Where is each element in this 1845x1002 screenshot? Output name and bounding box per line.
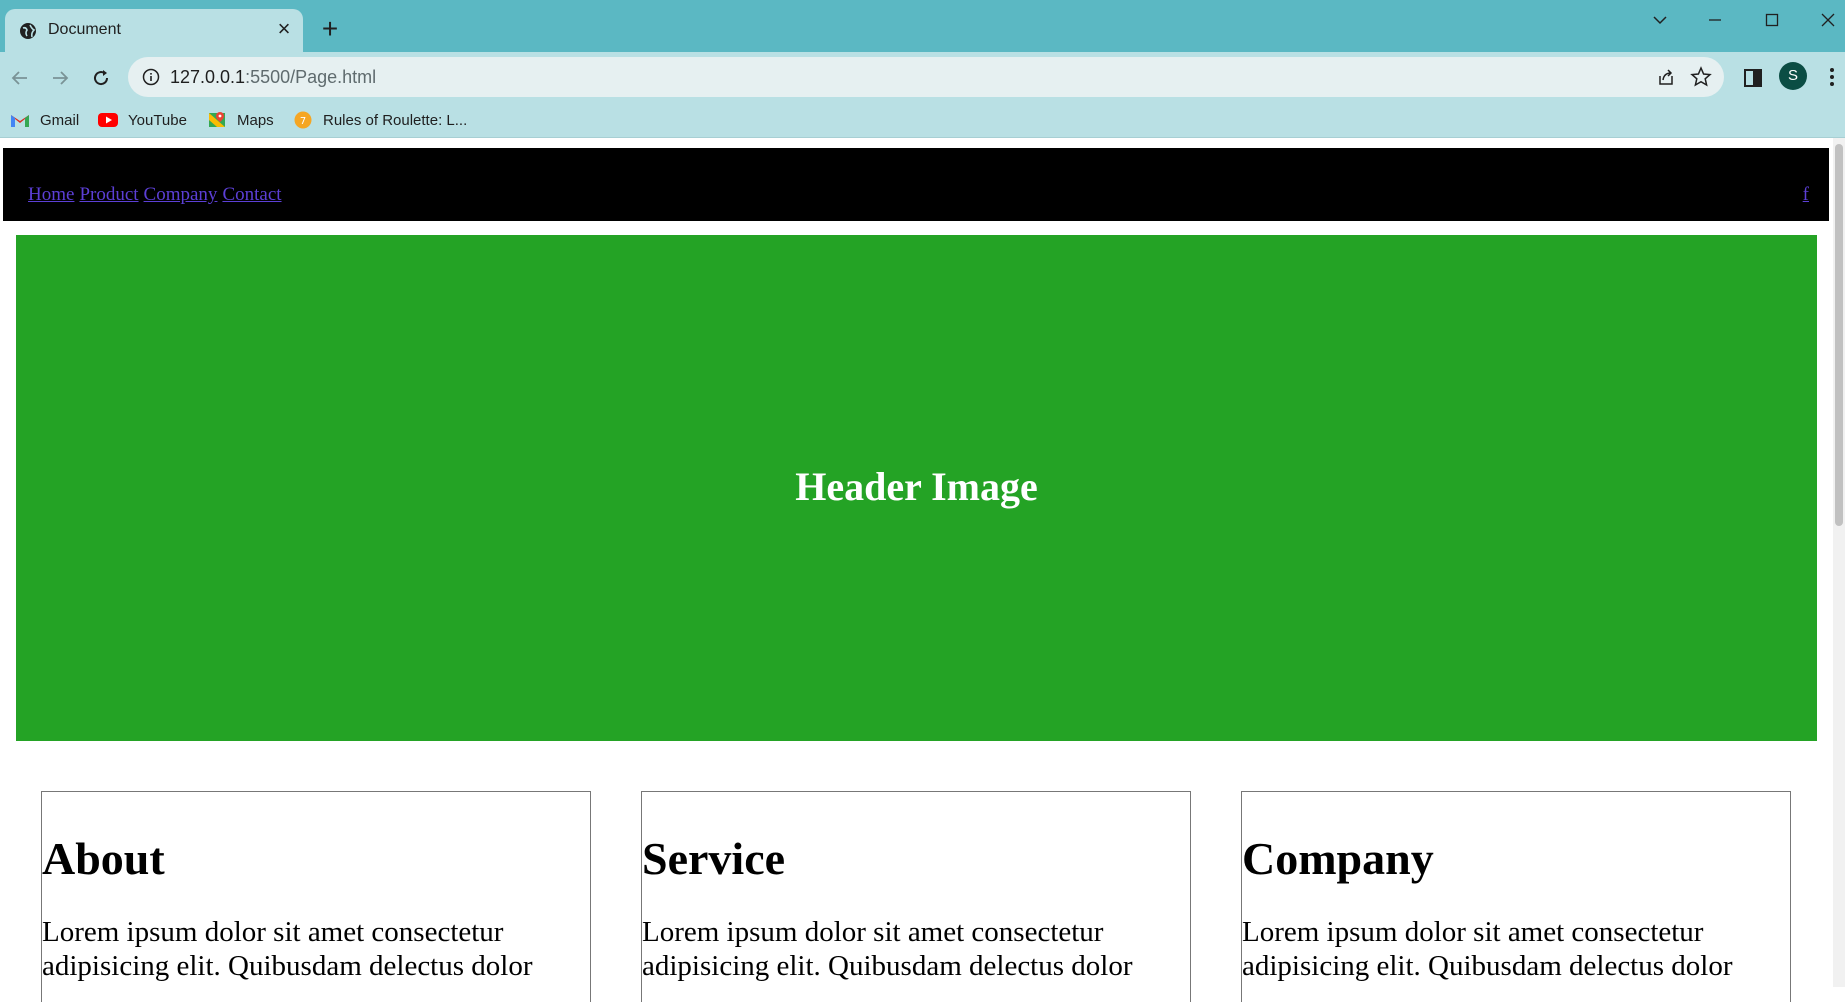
facebook-link[interactable]: f <box>1803 184 1809 206</box>
card-body: Lorem ipsum dolor sit amet consectetur a… <box>642 916 1133 982</box>
card-about: About Lorem ipsum dolor sit amet consect… <box>41 791 591 1002</box>
new-tab-button[interactable]: + <box>316 15 344 44</box>
share-icon[interactable] <box>1656 67 1676 87</box>
site-navbar: Home Product Company Contact f <box>3 148 1829 221</box>
info-icon[interactable] <box>142 68 160 86</box>
card-service: Service Lorem ipsum dolor sit amet conse… <box>641 791 1191 1002</box>
page-scrollbar[interactable] <box>1833 138 1845 987</box>
browser-tab[interactable]: Document × <box>5 9 303 52</box>
back-button[interactable] <box>4 62 36 94</box>
maximize-icon <box>1765 13 1779 27</box>
close-window-button[interactable] <box>1808 6 1845 34</box>
tab-search-button[interactable] <box>1640 6 1680 34</box>
bookmark-star-icon[interactable] <box>1690 66 1712 88</box>
back-arrow-icon <box>11 71 27 85</box>
menu-dots-icon[interactable] <box>1822 64 1842 90</box>
url-path: :5500/Page.html <box>245 67 377 87</box>
chevron-down-icon <box>1653 16 1667 25</box>
close-tab-icon[interactable]: × <box>271 16 297 42</box>
card-title: Service <box>642 833 786 884</box>
profile-avatar[interactable]: S <box>1779 62 1807 90</box>
globe-icon <box>20 23 36 39</box>
forward-arrow-icon <box>53 71 69 85</box>
card-title: Company <box>1242 833 1434 884</box>
bookmark-label: Maps <box>237 111 274 129</box>
url-text: 127.0.0.1:5500/Page.html <box>170 67 376 88</box>
hero-title: Header Image <box>795 463 1038 509</box>
minimize-icon <box>1709 19 1721 21</box>
browser-titlebar: Document × + <box>0 0 1845 52</box>
card-body: Lorem ipsum dolor sit amet consectetur a… <box>42 916 533 982</box>
card-company: Company Lorem ipsum dolor sit amet conse… <box>1241 791 1791 1002</box>
nav-link-product[interactable]: Product <box>79 184 138 205</box>
nav-links: Home Product Company Contact <box>28 184 287 206</box>
nav-link-home[interactable]: Home <box>28 184 74 205</box>
maps-icon <box>209 112 225 127</box>
close-icon <box>1821 13 1835 27</box>
forward-button[interactable] <box>44 62 76 94</box>
bookmark-label: Rules of Roulette: L... <box>323 111 468 129</box>
reload-icon <box>94 70 109 86</box>
bookmarks-bar: Gmail YouTube Maps 7 Rules of Roulette: … <box>0 102 1845 138</box>
maximize-button[interactable] <box>1752 6 1792 34</box>
header-image-banner: Header Image <box>16 235 1817 741</box>
reload-button[interactable] <box>85 62 117 94</box>
scrollbar-thumb[interactable] <box>1835 144 1843 526</box>
bookmark-gmail[interactable]: Gmail <box>10 102 79 138</box>
bookmark-maps[interactable]: Maps <box>207 102 274 138</box>
card-body: Lorem ipsum dolor sit amet consectetur a… <box>1242 916 1733 982</box>
minimize-button[interactable] <box>1695 6 1735 34</box>
page-viewport: Home Product Company Contact f Header Image… <box>0 138 1845 1002</box>
svg-text:7: 7 <box>300 116 306 127</box>
card-title: About <box>42 833 165 884</box>
nav-link-contact[interactable]: Contact <box>222 184 281 205</box>
bookmark-youtube[interactable]: YouTube <box>98 102 187 138</box>
bookmark-roulette[interactable]: 7 Rules of Roulette: L... <box>293 102 467 138</box>
roulette-icon: 7 <box>294 111 312 129</box>
address-bar[interactable]: 127.0.0.1:5500/Page.html <box>128 57 1724 97</box>
side-panel-icon[interactable] <box>1739 64 1767 92</box>
bookmark-label: YouTube <box>128 111 187 129</box>
url-host: 127.0.0.1 <box>170 67 246 87</box>
nav-link-company[interactable]: Company <box>144 184 218 205</box>
tab-title: Document <box>48 21 121 38</box>
youtube-icon <box>98 113 118 127</box>
gmail-icon <box>11 115 29 127</box>
bookmark-label: Gmail <box>40 111 80 129</box>
browser-toolbar: 127.0.0.1:5500/Page.html S Gmail YouTube <box>0 52 1845 150</box>
